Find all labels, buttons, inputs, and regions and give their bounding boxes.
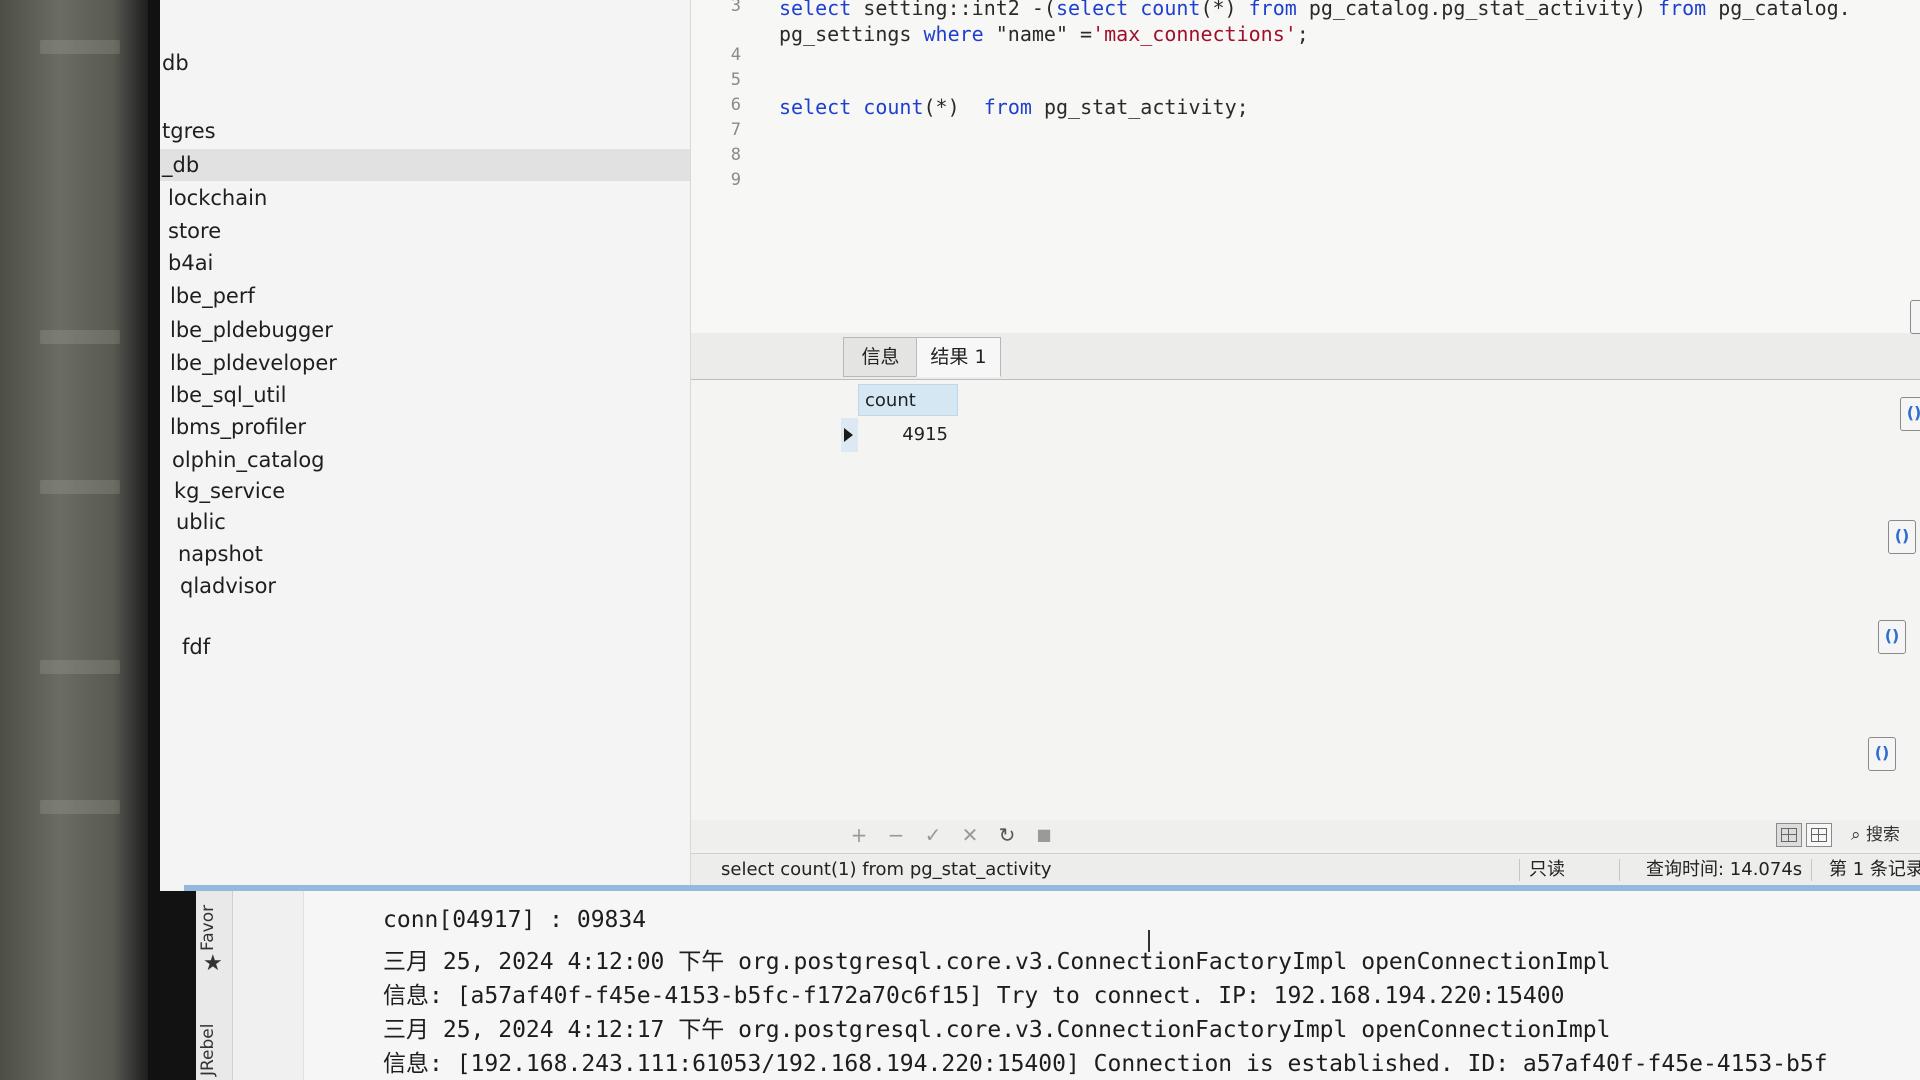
line-number: 6	[730, 95, 741, 115]
apply-changes-button[interactable]: ✓	[920, 822, 946, 848]
line-number: 3	[730, 0, 741, 16]
tree-item[interactable]: qladvisor	[160, 570, 690, 602]
line-number: 7	[730, 120, 741, 140]
line-number: 4	[730, 45, 741, 65]
status-records: 第 1 条记录 ( 共 1 条 )	[1829, 859, 1920, 880]
current-row-arrow-icon	[844, 428, 853, 442]
code-snippet-icon[interactable]: ()	[1900, 397, 1920, 431]
code-line-3: select setting::int2 -(select count(*) f…	[779, 0, 1851, 20]
console-line: 信息: [a57af40f-f45e-4153-b5fc-f172a70c6f1…	[383, 983, 1565, 1009]
console-line: 三月 25, 2024 4:12:00 下午 org.postgresql.co…	[383, 949, 1611, 975]
line-number: 5	[730, 70, 741, 90]
tree-item[interactable]: lbe_pldebugger	[160, 314, 690, 346]
delete-row-button[interactable]: −	[883, 822, 909, 848]
star-icon: ★	[203, 951, 223, 976]
code-snippet-icon[interactable]: ()	[1868, 737, 1896, 771]
code-snippet-icon[interactable]: ()	[1888, 520, 1916, 554]
search-button[interactable]: ⌕ 搜索	[1851, 822, 1900, 848]
search-icon: ⌕	[1851, 825, 1861, 845]
console-line: conn[04917] : 09834	[383, 907, 647, 933]
favorites-tab[interactable]: Favor	[198, 905, 218, 951]
tree-item[interactable]: lbms_profiler	[160, 411, 690, 443]
tree-item[interactable]: lbe_perf	[160, 280, 690, 312]
screen: db tgres _db lockchain store b4ai lbe_pe…	[148, 0, 1920, 1080]
status-query-text: select count(1) from pg_stat_activity	[721, 859, 1052, 880]
tree-item[interactable]: store	[160, 215, 690, 247]
status-bar: select count(1) from pg_stat_activity 只读…	[691, 853, 1920, 886]
tree-item[interactable]: lockchain	[160, 182, 690, 214]
jrebel-tab[interactable]: JRebel	[198, 1024, 218, 1077]
grid-view-button[interactable]	[1776, 823, 1802, 847]
tree-item[interactable]: ublic	[160, 506, 690, 538]
object-tree-sidebar: db tgres _db lockchain store b4ai lbe_pe…	[160, 0, 691, 890]
tab-info[interactable]: 信息	[843, 337, 918, 377]
code-snippet-icon[interactable]: (	[1910, 300, 1920, 334]
add-row-button[interactable]: +	[846, 822, 872, 848]
tree-item[interactable]: b4ai	[160, 247, 690, 279]
tree-item[interactable]: tgres	[160, 115, 690, 147]
tree-item[interactable]: db	[160, 47, 690, 79]
console-side-tabs: Favor ★ JRebel	[196, 891, 233, 1080]
console-panel: Favor ★ JRebel conn[04917] : 09834 三月 25…	[160, 891, 1920, 1080]
line-number: 9	[730, 170, 741, 190]
monitor-bezel	[0, 0, 150, 1080]
form-view-icon	[1811, 828, 1827, 842]
discard-changes-button[interactable]: ✕	[957, 822, 983, 848]
grid-cell[interactable]: 4915	[858, 418, 958, 452]
line-number: 8	[730, 145, 741, 165]
tree-item[interactable]: napshot	[160, 538, 690, 570]
result-tabbar: 信息 结果 1	[691, 333, 1920, 380]
column-header-count[interactable]: count	[858, 384, 958, 416]
tree-item[interactable]: olphin_catalog	[160, 444, 690, 476]
tab-result-1[interactable]: 结果 1	[916, 337, 1001, 377]
grid-view-icon	[1781, 828, 1797, 842]
code-line-3-wrap: pg_settings where "name" ='max_connectio…	[779, 22, 1309, 46]
tree-item[interactable]: kg_service	[160, 475, 690, 507]
status-query-time: 查询时间: 14.074s	[1646, 859, 1803, 880]
tree-item[interactable]: fdf	[160, 631, 690, 663]
refresh-button[interactable]: ↻	[994, 822, 1020, 848]
grid-toolbar: + − ✓ ✕ ↻ ■ ⌕ 搜索	[691, 820, 1920, 850]
sql-editor[interactable]: 3 4 5 6 7 8 9 select setting::int2 -(sel…	[691, 0, 1920, 335]
form-view-button[interactable]	[1806, 823, 1832, 847]
result-grid: count 4915	[691, 380, 1920, 820]
code-line-6: select count(*) from pg_stat_activity;	[779, 95, 1249, 119]
tree-item[interactable]: lbe_pldeveloper	[160, 347, 690, 379]
console-line: 三月 25, 2024 4:12:17 下午 org.postgresql.co…	[383, 1017, 1611, 1043]
console-line: 信息: [192.168.243.111:61053/192.168.194.2…	[383, 1051, 1828, 1077]
tree-item[interactable]: lbe_sql_util	[160, 379, 690, 411]
tree-item-selected[interactable]: _db	[160, 149, 690, 181]
stop-button[interactable]: ■	[1031, 822, 1057, 848]
text-cursor-icon	[1148, 930, 1150, 952]
code-snippet-icon[interactable]: ()	[1878, 620, 1906, 654]
status-mode: 只读	[1529, 859, 1565, 880]
